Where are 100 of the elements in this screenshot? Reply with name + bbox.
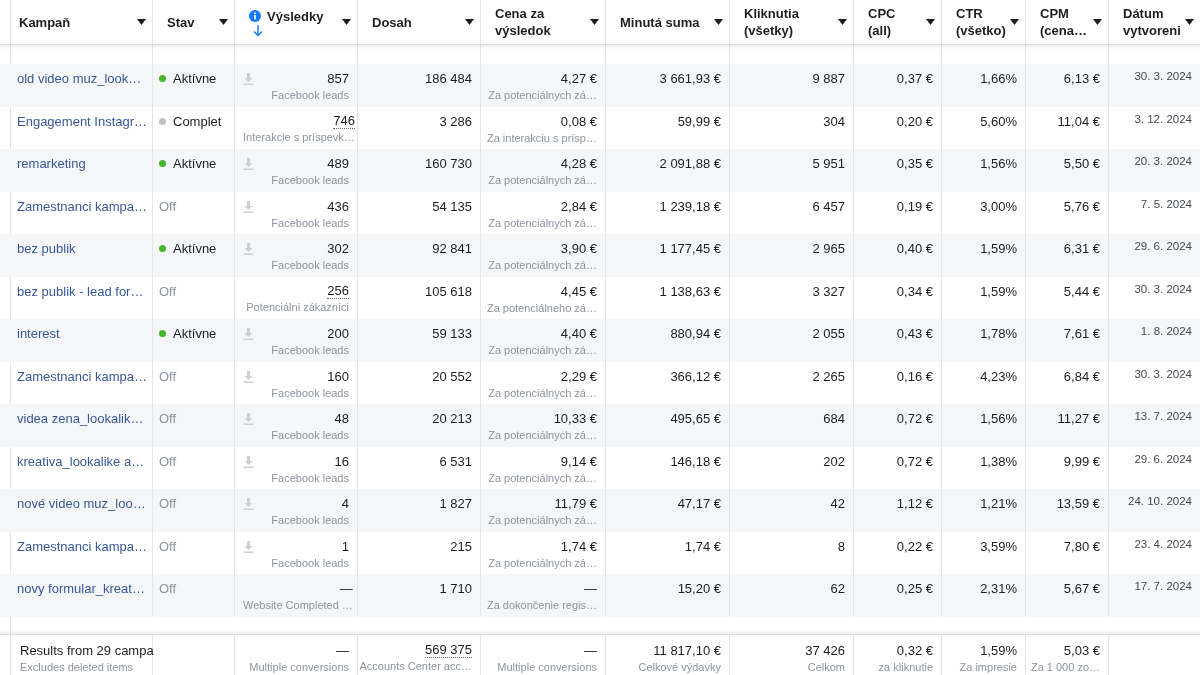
campaign-link[interactable]: old video muz_look… [17, 71, 142, 86]
column-header[interactable]: Stav [167, 13, 215, 31]
column-header[interactable]: Výsledky [267, 7, 324, 25]
table-cell: 4,40 € [560, 326, 597, 342]
table-cell: 3,90 € [560, 241, 597, 257]
caret-icon[interactable] [1185, 19, 1194, 25]
table-cell: 59,99 € [677, 113, 721, 129]
column-header[interactable]: Kampaň [19, 13, 133, 31]
summary-label: Za 1 000 zo… [1030, 659, 1100, 675]
table-cell: 59 133 [432, 326, 472, 341]
summary-value: 5,03 € [1063, 642, 1100, 659]
table-cell: 4,28 € [560, 156, 597, 172]
summary-label: Za impresie [959, 659, 1017, 675]
campaign-link[interactable]: remarketing [17, 156, 86, 171]
table-cell: 5,67 € [1063, 581, 1100, 596]
table-cell: 20 213 [432, 411, 472, 426]
campaign-link[interactable]: Zamestnanci kampa… [17, 198, 148, 214]
table-cell: 15,20 € [677, 581, 721, 596]
table-cell: 436 [327, 198, 349, 215]
column-header[interactable]: Dosah [372, 13, 461, 31]
campaign-link[interactable]: Zamestnanci kampa… [17, 368, 148, 384]
campaign-link[interactable]: kreativa_lookalike a… [17, 453, 145, 469]
table-cell: 0,22 € [896, 538, 933, 554]
column-header[interactable]: Dátum vytvoreni [1123, 5, 1181, 39]
campaign-link[interactable]: nové video muz_loo… [17, 496, 146, 511]
date-cell: 17. 7. 2024 [1134, 580, 1192, 592]
cost-type: Za dokončenie regis… [486, 598, 597, 613]
table-cell: 6,31 € [1063, 241, 1100, 256]
table-cell: — [584, 581, 597, 597]
campaign-link[interactable]: bez publik - lead for… [17, 283, 144, 299]
info-icon [249, 10, 261, 22]
table-cell: 16 [334, 453, 349, 470]
campaign-link[interactable]: videa zena_lookalik… [17, 411, 144, 426]
result-type: Facebook leads [271, 258, 349, 273]
summary-label: Multiple conversions [497, 659, 597, 675]
caret-icon[interactable] [926, 19, 935, 25]
caret-icon[interactable] [590, 19, 599, 25]
caret-icon[interactable] [465, 19, 474, 25]
table-cell: 2 965 [812, 241, 845, 256]
status-label: Off [159, 283, 177, 299]
table-cell: 0,08 € [560, 113, 597, 130]
table-cell: 3 286 [439, 113, 472, 129]
table-cell: 0,19 € [896, 198, 933, 214]
date-cell: 1. 8. 2024 [1140, 325, 1192, 337]
column-header[interactable]: Kliknutia (všetky) [744, 5, 834, 39]
table-cell: 302 [327, 241, 349, 257]
column-header[interactable]: Cena za výsledok [495, 5, 586, 39]
table-cell: 684 [823, 411, 845, 426]
date-cell: 29. 6. 2024 [1134, 452, 1192, 465]
table-cell: 9,99 € [1063, 453, 1100, 469]
caret-icon[interactable] [1093, 19, 1102, 25]
table-cell: 13,59 € [1056, 496, 1100, 511]
table-cell: 0,43 € [896, 326, 933, 341]
result-type: Facebook leads [271, 88, 349, 103]
status-label: Off [159, 198, 177, 214]
sort-descending-icon[interactable] [253, 24, 263, 37]
table-cell: 202 [823, 453, 845, 469]
status-label: Aktívne [173, 156, 217, 171]
campaign-link[interactable]: novy formular_kreat… [17, 581, 145, 596]
campaign-link[interactable]: Zamestnanci kampa… [17, 538, 148, 554]
result-type: Potenciálni zákazníci [246, 299, 349, 315]
result-type: Facebook leads [271, 215, 349, 231]
caret-icon[interactable] [137, 19, 146, 25]
date-cell: 13. 7. 2024 [1134, 410, 1192, 422]
table-cell: 2,31% [980, 581, 1017, 596]
caret-icon[interactable] [1010, 19, 1019, 25]
cost-type: Za potenciálnych zá… [488, 258, 597, 273]
date-cell: 7. 5. 2024 [1140, 197, 1192, 210]
cost-type: Za potenciálnych zá… [488, 215, 597, 231]
table-cell: 10,33 € [553, 411, 597, 427]
status-label: Off [159, 453, 177, 469]
campaign-link[interactable]: bez publik [17, 241, 76, 256]
table-cell: 0,25 € [896, 581, 933, 596]
column-header[interactable]: CPM (cena… [1040, 5, 1089, 39]
column-header[interactable]: CTR (všetko) [956, 5, 1006, 39]
campaign-link[interactable]: interest [17, 326, 60, 341]
table-cell: 256 [327, 283, 349, 299]
table-cell: 880,94 € [670, 326, 721, 341]
table-cell: 11,27 € [1057, 411, 1100, 426]
table-cell: 489 [327, 156, 349, 172]
table-cell: 9,14 € [560, 453, 597, 470]
summary-title: Results from 29 campa [20, 642, 154, 659]
column-header[interactable]: Minutá suma [620, 13, 710, 31]
table-cell: 1,21% [980, 496, 1017, 511]
table-cell: 146,18 € [670, 453, 721, 469]
table-cell: 11,79 € [554, 496, 597, 512]
table-cell: 160 730 [425, 156, 472, 171]
caret-icon[interactable] [342, 19, 351, 25]
table-cell: 2 055 [812, 326, 845, 341]
status-label: Off [159, 496, 177, 511]
caret-icon[interactable] [219, 19, 228, 25]
table-cell: 8 [837, 538, 845, 554]
caret-icon[interactable] [714, 19, 723, 25]
caret-icon[interactable] [838, 19, 847, 25]
summary-value: — [336, 642, 349, 659]
column-header[interactable]: CPC (all) [868, 5, 922, 39]
table-cell: 9 887 [812, 71, 845, 86]
summary-value: 1,59% [980, 642, 1017, 659]
summary-label: Accounts Center acc… [359, 658, 472, 674]
campaign-link[interactable]: Engagement Instagr… [17, 113, 148, 129]
